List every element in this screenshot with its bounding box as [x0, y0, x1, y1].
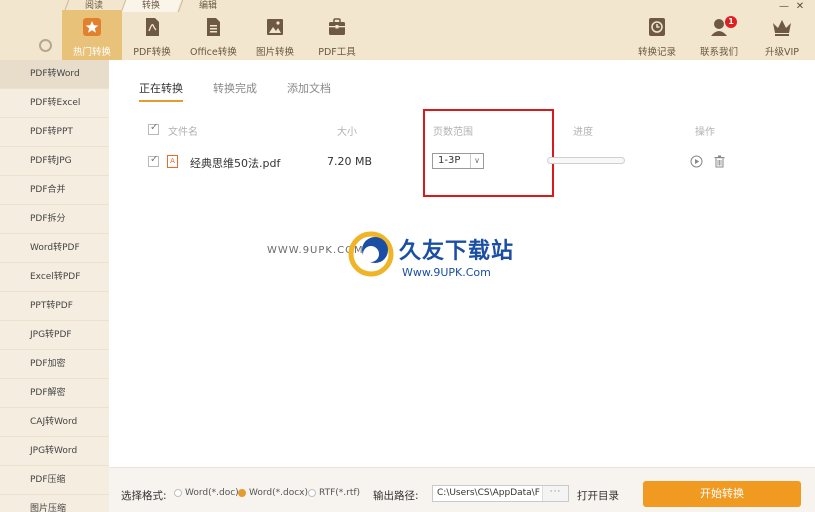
play-icon[interactable] — [690, 155, 703, 168]
watermark-logo-icon — [348, 231, 394, 277]
main-panel: 正在转换 转换完成 添加文档 文件名 大小 页数范围 进度 操作 A 经典思维5… — [109, 60, 815, 467]
tool-history[interactable]: 转换记录 — [635, 16, 679, 58]
star-icon — [83, 18, 101, 36]
radio-rtf-label[interactable]: RTF(*.rtf) — [319, 488, 360, 498]
subtabs: 正在转换 转换完成 添加文档 — [139, 80, 361, 102]
highlight-box — [423, 109, 554, 197]
sidebar: PDF转Word PDF转Excel PDF转PPT PDF转JPG PDF合并… — [0, 60, 109, 512]
crown-icon — [773, 20, 791, 36]
sidebar-item-pdf-to-word[interactable]: PDF转Word — [0, 60, 109, 89]
header-operations: 操作 — [695, 127, 715, 138]
radio-rtf[interactable] — [308, 489, 316, 497]
watermark: WWW.9UPK.COM 久友下载站 Www.9UPK.Com — [267, 230, 597, 300]
clock-icon — [649, 18, 665, 36]
bottom-bar: 选择格式: Word(*.doc) Word(*.docx) RTF(*.rtf… — [109, 467, 815, 512]
sidebar-item-word-to-pdf[interactable]: Word转PDF — [0, 234, 109, 263]
tool-office-convert[interactable]: Office转换 — [190, 16, 237, 58]
toolbox-icon — [329, 18, 345, 35]
radio-word-doc[interactable] — [174, 489, 182, 497]
top-tab-convert[interactable]: 转换 — [120, 0, 182, 12]
select-all-checkbox[interactable] — [148, 122, 159, 135]
sidebar-item-excel-to-pdf[interactable]: Excel转PDF — [0, 263, 109, 292]
tool-pdf-convert[interactable]: PDF转换 — [131, 16, 173, 58]
sidebar-item-pdf-split[interactable]: PDF拆分 — [0, 205, 109, 234]
tool-image-convert[interactable]: 图片转换 — [253, 16, 297, 58]
output-path-value: C:\Users\CS\AppData\F — [437, 488, 540, 498]
header-size: 大小 — [337, 127, 357, 138]
sidebar-item-jpg-to-word[interactable]: JPG转Word — [0, 437, 109, 466]
sidebar-item-pdf-decrypt[interactable]: PDF解密 — [0, 379, 109, 408]
tab-completed[interactable]: 转换完成 — [213, 80, 257, 102]
notification-badge: 1 — [725, 16, 737, 28]
sidebar-item-ppt-to-pdf[interactable]: PPT转PDF — [0, 292, 109, 321]
image-icon — [267, 19, 283, 35]
sidebar-item-jpg-to-pdf[interactable]: JPG转PDF — [0, 321, 109, 350]
tab-add-document[interactable]: 添加文档 — [287, 80, 331, 102]
tab-converting[interactable]: 正在转换 — [139, 80, 183, 102]
browse-button[interactable]: ··· — [542, 486, 568, 501]
sidebar-item-pdf-compress[interactable]: PDF压缩 — [0, 466, 109, 495]
radio-word-doc-label[interactable]: Word(*.doc) — [185, 488, 239, 498]
sidebar-item-pdf-to-ppt[interactable]: PDF转PPT — [0, 118, 109, 147]
tool-pdf-tools[interactable]: PDF工具 — [315, 16, 359, 58]
sidebar-item-pdf-merge[interactable]: PDF合并 — [0, 176, 109, 205]
tool-hot-convert[interactable]: 热门转换 — [70, 16, 114, 58]
app-header: 阅读 转换 编辑 — ✕ 热门转换 PDF转换 Office转换 图片转换 PD… — [0, 0, 815, 60]
row-file-name: 经典思维50法.pdf — [190, 157, 281, 170]
watermark-title: 久友下载站 — [399, 239, 515, 264]
settings-icon[interactable] — [39, 39, 52, 52]
radio-word-docx-label[interactable]: Word(*.docx) — [249, 488, 308, 498]
sidebar-item-pdf-encrypt[interactable]: PDF加密 — [0, 350, 109, 379]
watermark-url: Www.9UPK.Com — [402, 266, 491, 279]
format-label: 选择格式: — [121, 490, 167, 502]
delete-icon[interactable] — [713, 155, 726, 168]
close-button[interactable]: ✕ — [792, 1, 808, 13]
progress-bar — [547, 157, 625, 164]
pdf-icon — [146, 18, 159, 36]
row-checkbox[interactable] — [148, 154, 159, 167]
row-file-size: 7.20 MB — [327, 155, 373, 168]
output-path-label: 输出路径: — [373, 490, 419, 502]
sidebar-item-pdf-to-jpg[interactable]: PDF转JPG — [0, 147, 109, 176]
radio-word-docx[interactable] — [238, 489, 246, 497]
tool-upgrade-vip[interactable]: 升级VIP — [760, 16, 804, 58]
top-tab-edit[interactable]: 编辑 — [177, 0, 239, 12]
sidebar-item-image-compress[interactable]: 图片压缩 — [0, 495, 109, 512]
output-path-field[interactable]: C:\Users\CS\AppData\F ··· — [432, 485, 569, 502]
window-controls: — ✕ — [776, 1, 808, 13]
pdf-file-icon: A — [167, 155, 178, 168]
open-directory-link[interactable]: 打开目录 — [577, 488, 619, 503]
start-convert-button[interactable]: 开始转换 — [643, 481, 801, 507]
header-file-name: 文件名 — [168, 127, 198, 138]
office-icon — [207, 18, 220, 36]
header-progress: 进度 — [573, 127, 593, 138]
minimize-button[interactable]: — — [776, 1, 792, 13]
sidebar-item-pdf-to-excel[interactable]: PDF转Excel — [0, 89, 109, 118]
sidebar-item-caj-to-word[interactable]: CAJ转Word — [0, 408, 109, 437]
